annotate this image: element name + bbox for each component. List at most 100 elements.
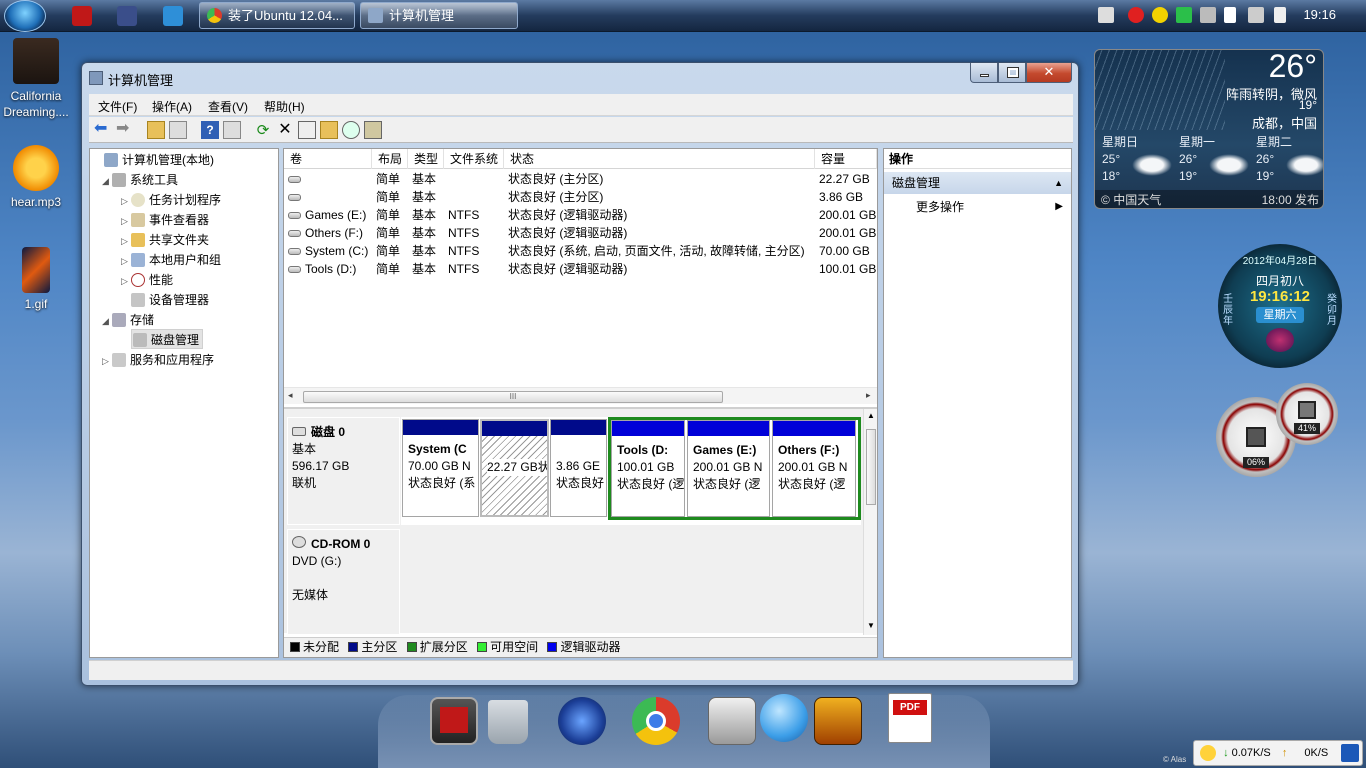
battery-icon[interactable] (1176, 7, 1192, 23)
settings-icon[interactable] (364, 121, 382, 139)
tree-item-performance[interactable]: ▷ 性能 (121, 270, 173, 290)
recycle-bin-icon[interactable] (488, 700, 528, 744)
open-icon[interactable] (320, 121, 338, 139)
expand-icon[interactable]: ▷ (121, 191, 131, 211)
scroll-left-icon[interactable]: ◂ (288, 390, 293, 401)
actions-section-disk-management[interactable]: 磁盘管理 ▲ (884, 172, 1071, 194)
column-type[interactable]: 类型 (408, 149, 444, 169)
partition-primary-3gb[interactable]: 3.86 GE 状态良好 (550, 419, 607, 517)
weather-gadget[interactable]: 26° 阵雨转阴，微风 19° 成都，中国 星期日 25° 18° 星期一 26° 19… (1094, 49, 1324, 209)
expand-icon[interactable]: ▷ (121, 211, 131, 231)
tree-item-services[interactable]: ▷ 服务和应用程序 (102, 350, 214, 370)
scroll-up-icon[interactable]: ▲ (867, 411, 875, 420)
column-capacity[interactable]: 容量 (815, 149, 877, 169)
collapse-section-icon[interactable]: ▲ (1054, 172, 1063, 194)
add-icon[interactable] (1152, 7, 1168, 23)
partition-primary-22gb[interactable]: 22.27 GB状态良好 ( (480, 419, 549, 517)
app-quicklaunch-icon[interactable] (72, 6, 92, 26)
messenger-icon[interactable] (760, 694, 808, 742)
properties-icon[interactable] (298, 121, 316, 139)
explorer-icon[interactable] (163, 6, 183, 26)
signal-icon[interactable] (1224, 7, 1236, 23)
show-hide-action-pane-icon[interactable] (223, 121, 241, 139)
network-icon[interactable] (1341, 744, 1359, 762)
menu-view[interactable]: 查看(V) (208, 98, 248, 115)
cdrom0-label[interactable]: CD-ROM 0 DVD (G:) 无媒体 (287, 529, 400, 635)
tree-item-shared-folders[interactable]: ▷ 共享文件夹 (121, 230, 209, 250)
partition-games-e[interactable]: Games (E:) 200.01 GB N 状态良好 (逻 (687, 420, 770, 517)
close-button[interactable]: ✕ (1026, 63, 1072, 83)
delete-icon[interactable]: ✕ (276, 121, 294, 139)
qq-icon[interactable] (1128, 7, 1144, 23)
expand-icon[interactable]: ▷ (102, 351, 112, 371)
network-icon[interactable] (1248, 7, 1264, 23)
menu-action[interactable]: 操作(A) (152, 98, 192, 115)
tree-item-system-tools[interactable]: ◢ 系统工具 (102, 170, 178, 190)
infinity-icon[interactable] (117, 6, 137, 26)
scroll-right-icon[interactable]: ▸ (866, 390, 871, 401)
minimize-button[interactable] (970, 63, 998, 83)
table-row[interactable]: System (C:) 简单 基本 NTFS 状态良好 (系统, 启动, 页面文件, 活… (284, 242, 877, 260)
up-folder-icon[interactable] (147, 121, 165, 139)
search-icon[interactable] (342, 121, 360, 139)
partition-system-c[interactable]: System (C 70.00 GB N 状态良好 (系 (402, 419, 479, 517)
scroll-down-icon[interactable]: ▼ (867, 621, 875, 630)
volume-icon[interactable] (1274, 7, 1286, 23)
partition-others-f[interactable]: Others (F:) 200.01 GB N 状态良好 (逻 (772, 420, 856, 517)
forward-icon[interactable]: ➡ (116, 121, 134, 139)
tree-item-task-scheduler[interactable]: ▷ 任务计划程序 (121, 190, 221, 210)
menu-help[interactable]: 帮助(H) (264, 98, 305, 115)
tree-item-device-manager[interactable]: 设备管理器 (121, 290, 209, 310)
expand-icon[interactable]: ▷ (121, 271, 131, 291)
network-speed-widget[interactable]: ↓ 0.07K/S ↑ 0K/S (1193, 740, 1363, 766)
desktop-icon-california[interactable]: California Dreaming.... (1, 38, 71, 120)
back-icon[interactable]: ⬅ (94, 121, 112, 139)
expand-icon[interactable]: ▷ (121, 251, 131, 271)
help-icon[interactable]: ? (201, 121, 219, 139)
calendar-clock-gadget[interactable]: 2012年04月28日 四月初八 19:16:12 星期六 壬辰年 癸卯月 (1218, 244, 1342, 368)
game-icon[interactable] (814, 697, 862, 745)
menu-file[interactable]: 文件(F) (98, 98, 137, 115)
table-row[interactable]: Others (F:) 简单 基本 NTFS 状态良好 (逻辑驱动器) 200.01 GB (284, 224, 877, 242)
vertical-scroll-thumb[interactable] (866, 429, 876, 505)
chrome-icon[interactable] (632, 697, 680, 745)
launcher-icon[interactable] (558, 697, 606, 745)
table-row[interactable]: Games (E:) 简单 基本 NTFS 状态良好 (逻辑驱动器) 200.01 GB (284, 206, 877, 224)
expand-icon[interactable]: ▷ (121, 231, 131, 251)
vertical-scrollbar[interactable]: ▲ ▼ (863, 409, 877, 635)
dock-app-icon[interactable] (430, 697, 478, 745)
column-status[interactable]: 状态 (504, 149, 815, 169)
maximize-button[interactable] (998, 63, 1026, 83)
scroll-thumb[interactable]: III (303, 391, 723, 403)
collapse-icon[interactable]: ◢ (102, 171, 112, 191)
tree-item-disk-management[interactable]: 磁盘管理 (131, 329, 204, 349)
table-row[interactable]: 简单 基本 状态良好 (主分区) 22.27 GB (284, 170, 877, 188)
table-row[interactable]: Tools (D:) 简单 基本 NTFS 状态良好 (逻辑驱动器) 100.01 GB (284, 260, 877, 278)
column-volume[interactable]: 卷 (284, 149, 372, 169)
usb-icon[interactable] (1200, 7, 1216, 23)
collapse-icon[interactable]: ◢ (102, 311, 112, 331)
task-computer-management[interactable]: 计算机管理 (360, 2, 518, 29)
tree-item-root[interactable]: 计算机管理(本地) (94, 150, 214, 170)
tree-item-local-users[interactable]: ▷ 本地用户和组 (121, 250, 221, 270)
partition-tools-d[interactable]: Tools (D: 100.01 GB 状态良好 (逻 (611, 420, 685, 517)
pdf-icon[interactable]: PDF (888, 693, 932, 743)
show-hide-tree-icon[interactable] (169, 121, 187, 139)
start-button[interactable] (4, 0, 46, 32)
system-settings-icon[interactable] (708, 697, 756, 745)
column-filesystem[interactable]: 文件系统 (444, 149, 504, 169)
weather-source[interactable]: 中国天气 (1113, 193, 1161, 207)
memory-gauge[interactable]: 41% (1276, 383, 1338, 445)
horizontal-scrollbar[interactable]: ◂ III ▸ (284, 387, 877, 404)
keyboard-icon[interactable] (1098, 7, 1114, 23)
task-ubuntu[interactable]: 装了Ubuntu 12.04... (199, 2, 355, 29)
desktop-icon-hear[interactable]: hear.mp3 (1, 145, 71, 209)
more-actions-item[interactable]: 更多操作 ▶ (884, 196, 1071, 218)
clock[interactable]: 19:16 (1303, 7, 1336, 22)
tree-item-storage[interactable]: ◢ 存储 (102, 310, 154, 330)
desktop-icon-gif[interactable]: 1.gif (1, 247, 71, 311)
tree-item-event-viewer[interactable]: ▷ 事件查看器 (121, 210, 209, 230)
column-layout[interactable]: 布局 (372, 149, 408, 169)
table-row[interactable]: 简单 基本 状态良好 (主分区) 3.86 GB (284, 188, 877, 206)
refresh-icon[interactable]: ⟳ (254, 121, 272, 139)
